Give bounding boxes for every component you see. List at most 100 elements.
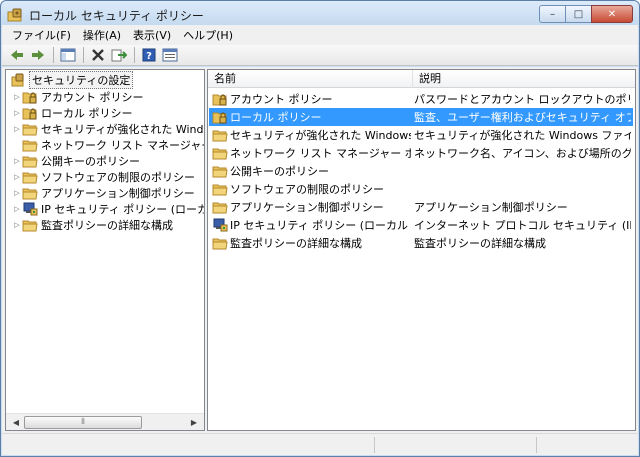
tree-item-label: ネットワーク リスト マネージャー ポ: [41, 139, 204, 152]
folder-icon: [212, 200, 228, 214]
scrollbar-thumb[interactable]: ⦀: [24, 416, 142, 429]
tree-item-label: 監査ポリシーの詳細な構成: [41, 219, 173, 232]
tree-item-label: ソフトウェアの制限のポリシー: [41, 171, 195, 184]
tree-item[interactable]: ▷ セキュリティが強化された Windows: [12, 121, 204, 137]
expand-arrow-icon[interactable]: ▷: [12, 189, 22, 197]
list-item[interactable]: アカウント ポリシー パスワードとアカウント ロックアウトのポリ...: [209, 90, 633, 108]
list-item[interactable]: ネットワーク リスト マネージャー ポ... ネットワーク名、アイコン、および場所…: [209, 144, 633, 162]
list-item[interactable]: アプリケーション制御ポリシー アプリケーション制御ポリシー: [209, 198, 633, 216]
tree-item[interactable]: ▷ アカウント ポリシー: [12, 89, 143, 105]
list-item-description: パスワードとアカウント ロックアウトのポリ...: [414, 93, 631, 106]
svg-text:?: ?: [146, 51, 152, 62]
toolbar: ?: [2, 45, 638, 66]
list-item[interactable]: 監査ポリシーの詳細な構成 監査ポリシーの詳細な構成: [209, 234, 633, 252]
toolbar-separator: [53, 47, 54, 63]
export-list-button[interactable]: [110, 47, 128, 63]
expand-arrow-icon[interactable]: ▷: [12, 125, 22, 133]
close-button[interactable]: ✕: [591, 5, 633, 23]
folder-icon: [22, 154, 38, 168]
list-item[interactable]: ソフトウェアの制限のポリシー: [209, 180, 633, 198]
folder-icon: [212, 182, 228, 196]
list-item-name-text: IP セキュリティ ポリシー (ローカル コ...: [230, 219, 411, 232]
list-item-name: ネットワーク リスト マネージャー ポ...: [209, 145, 411, 161]
delete-button[interactable]: [89, 47, 107, 63]
folder-icon: [22, 170, 38, 184]
list-item[interactable]: IP セキュリティ ポリシー (ローカル コ...インターネット プロトコル セ…: [209, 216, 633, 234]
help-button[interactable]: ?: [140, 47, 158, 63]
scroll-left-icon[interactable]: ◀: [8, 416, 24, 429]
folder-lock-icon: [212, 92, 228, 106]
list-item-description: 監査ポリシーの詳細な構成: [414, 237, 546, 250]
menu-file[interactable]: ファイル(F): [12, 27, 71, 43]
security-settings-icon: [10, 73, 26, 87]
tree-item-label: セキュリティが強化された Windows: [41, 123, 204, 136]
folder-icon: [212, 146, 228, 160]
status-bar: [2, 433, 638, 455]
list-item-name-text: 公開キーのポリシー: [230, 165, 329, 178]
help-icon: ?: [142, 48, 156, 62]
list-item-name: アプリケーション制御ポリシー: [209, 199, 411, 215]
list-item-name: IP セキュリティ ポリシー (ローカル コ...: [209, 217, 411, 233]
tree-item[interactable]: ▷ 公開キーのポリシー: [12, 153, 140, 169]
content-area: セキュリティの設定 ▷ アカウント ポリシー ▷ ローカル ポリシー ▷ セキュリティが強…: [2, 67, 638, 433]
list-item-description: 監査、ユーザー権利およびセキュリティ オプ...: [414, 111, 631, 124]
forward-button[interactable]: [29, 47, 47, 63]
horizontal-scrollbar[interactable]: ◀ ⦀ ▶: [6, 413, 204, 430]
list-item-name: アカウント ポリシー: [209, 91, 411, 107]
folder-icon: [212, 164, 228, 178]
list-item-description: インターネット プロトコル セキュリティ (IP...: [414, 219, 631, 232]
scroll-right-icon[interactable]: ▶: [186, 416, 202, 429]
minimize-button[interactable]: –: [539, 5, 565, 23]
tree-item[interactable]: ▷ ローカル ポリシー: [12, 105, 133, 121]
tree-item-label: ローカル ポリシー: [41, 107, 133, 120]
back-icon: [11, 50, 23, 60]
tree-item-label: 公開キーのポリシー: [41, 155, 140, 168]
back-button[interactable]: [8, 47, 26, 63]
tree-root[interactable]: セキュリティの設定: [10, 71, 134, 89]
show-hide-tree-icon: [60, 48, 76, 62]
expand-arrow-icon[interactable]: ▷: [12, 221, 22, 229]
menu-view[interactable]: 表示(V): [133, 27, 171, 43]
folder-lock-icon: [22, 90, 38, 104]
tree-item[interactable]: ▷ ソフトウェアの制限のポリシー: [12, 169, 195, 185]
list-item-description: アプリケーション制御ポリシー: [414, 201, 568, 214]
list-item-name: セキュリティが強化された Windows ...: [209, 127, 411, 143]
list-item-name-text: アカウント ポリシー: [230, 93, 333, 106]
tree-item[interactable]: ▷ 監査ポリシーの詳細な構成: [12, 217, 173, 233]
show-hide-tree-button[interactable]: [59, 47, 77, 63]
column-header-description[interactable]: 説明: [413, 70, 635, 88]
list-item-description: ネットワーク名、アイコン、および場所のグ...: [414, 147, 631, 160]
maximize-button[interactable]: □: [565, 5, 591, 23]
expand-arrow-icon[interactable]: ▷: [12, 205, 22, 213]
list-item[interactable]: セキュリティが強化された Windows ... セキュリティが強化された Win…: [209, 126, 633, 144]
toolbar-separator: [134, 47, 135, 63]
menu-bar: ファイル(F) 操作(A) 表示(V) ヘルプ(H): [2, 25, 638, 45]
list-item-name: 公開キーのポリシー: [209, 163, 411, 179]
tree-item[interactable]: ▷ IP セキュリティ ポリシー (ローカル: [12, 201, 204, 217]
list-item[interactable]: 公開キーのポリシー: [209, 162, 633, 180]
list-item[interactable]: ローカル ポリシー 監査、ユーザー権利およびセキュリティ オプ...: [209, 108, 633, 126]
tree-item[interactable]: ▷ アプリケーション制御ポリシー: [12, 185, 195, 201]
delete-icon: [92, 49, 104, 61]
export-list-icon: [111, 49, 127, 62]
menu-help[interactable]: ヘルプ(H): [183, 27, 233, 43]
list-item-description: セキュリティが強化された Windows ファイ...: [414, 129, 631, 142]
forward-icon: [32, 50, 44, 60]
title-bar[interactable]: ローカル セキュリティ ポリシー – □ ✕: [1, 1, 639, 28]
list-item-name-text: ネットワーク リスト マネージャー ポ...: [230, 147, 411, 160]
ip-security-icon: [22, 202, 38, 216]
tree-item[interactable]: ネットワーク リスト マネージャー ポ: [12, 137, 204, 153]
list-item-name: 監査ポリシーの詳細な構成: [209, 235, 411, 251]
properties-button[interactable]: [161, 47, 179, 63]
caption-buttons: – □ ✕: [539, 5, 633, 23]
expand-arrow-icon[interactable]: ▷: [12, 173, 22, 181]
tree-item-label: アプリケーション制御ポリシー: [41, 187, 195, 200]
expand-arrow-icon[interactable]: ▷: [12, 157, 22, 165]
list-item-name-text: 監査ポリシーの詳細な構成: [230, 237, 362, 250]
list-pane: 名前 説明 アカウント ポリシー パスワードとアカウント ロックアウトのポリ...…: [207, 69, 636, 431]
expand-arrow-icon[interactable]: ▷: [12, 93, 22, 101]
menu-action[interactable]: 操作(A): [83, 27, 121, 43]
expand-arrow-icon[interactable]: ▷: [12, 109, 22, 117]
tree-pane: セキュリティの設定 ▷ アカウント ポリシー ▷ ローカル ポリシー ▷ セキュリティが強…: [5, 69, 205, 431]
column-header-name[interactable]: 名前: [208, 70, 413, 88]
